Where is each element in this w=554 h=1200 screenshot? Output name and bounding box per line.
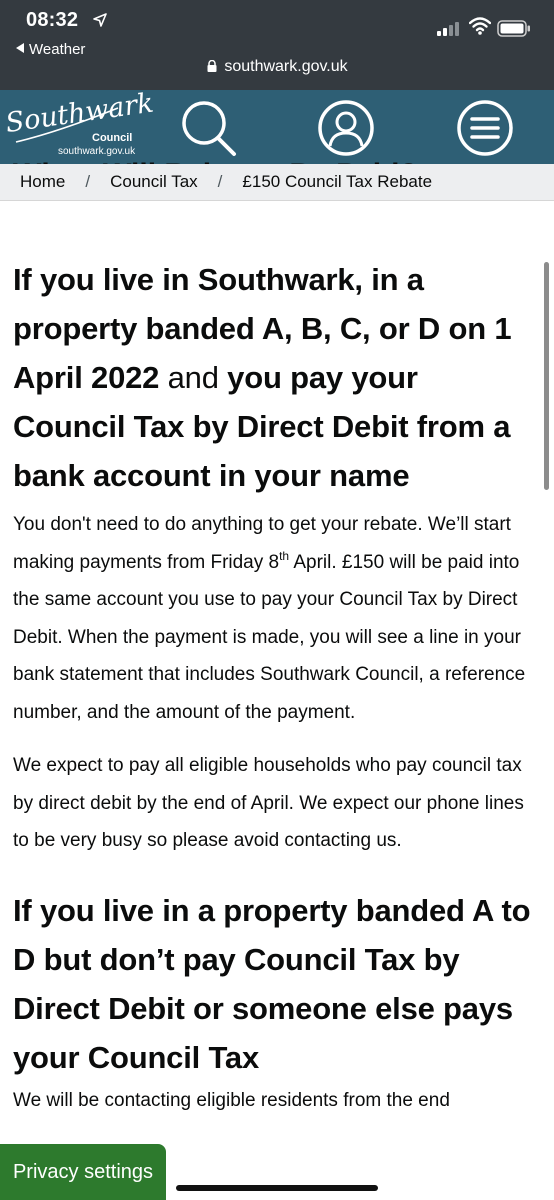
section-non-direct-debit: If you live in a property banded A to D … <box>13 886 533 1120</box>
paragraph-partial: We will be contacting eligible residents… <box>13 1089 450 1111</box>
logo-council-text: Council <box>92 132 133 144</box>
menu-button[interactable] <box>455 98 515 158</box>
breadcrumb-current-page[interactable]: £150 Council Tax Rebate <box>242 172 432 192</box>
paragraph-expectation: We expect to pay all eligible households… <box>13 755 524 851</box>
section-heading: If you live in Southwark, in a property … <box>13 255 533 500</box>
breadcrumb: Home / Council Tax / £150 Council Tax Re… <box>0 164 554 201</box>
section-heading: If you live in a property banded A to D … <box>13 892 531 1075</box>
lock-icon <box>207 60 217 72</box>
location-arrow-icon <box>93 13 107 27</box>
section-direct-debit: If you live in Southwark, in a property … <box>13 255 533 860</box>
status-bar: 08:32 Weather southwark.gov.uk <box>0 0 554 90</box>
battery-icon <box>497 20 530 37</box>
back-app-label: Weather <box>29 41 86 58</box>
paragraph-text: April. £150 will be paid into the same a… <box>13 551 526 723</box>
breadcrumb-separator: / <box>217 172 223 191</box>
main-content: When Will Rebates Be Paid? If you live i… <box>13 150 533 1119</box>
breadcrumb-separator: / <box>85 172 91 191</box>
scrollbar[interactable] <box>544 262 549 490</box>
paragraph-rebate-payment: You don't need to do anything to get you… <box>13 506 533 731</box>
user-icon <box>318 100 374 156</box>
search-button[interactable] <box>178 98 238 158</box>
breadcrumb-council-tax[interactable]: Council Tax <box>110 172 198 192</box>
home-indicator[interactable] <box>176 1185 378 1191</box>
hamburger-menu-icon <box>457 100 513 156</box>
back-triangle-icon <box>16 43 24 53</box>
back-to-app-link[interactable]: Weather <box>16 41 85 58</box>
heading-and: and <box>167 360 219 395</box>
wifi-icon <box>469 17 491 35</box>
cellular-signal-icon <box>437 22 459 36</box>
search-icon <box>182 101 236 156</box>
privacy-settings-button[interactable]: Privacy settings <box>0 1144 166 1200</box>
address-bar[interactable]: southwark.gov.uk <box>0 58 554 76</box>
clock-time: 08:32 <box>26 9 79 31</box>
ordinal-suffix: th <box>279 548 290 563</box>
account-button[interactable] <box>316 98 376 158</box>
breadcrumb-home[interactable]: Home <box>20 172 65 192</box>
url-text: southwark.gov.uk <box>224 58 348 75</box>
